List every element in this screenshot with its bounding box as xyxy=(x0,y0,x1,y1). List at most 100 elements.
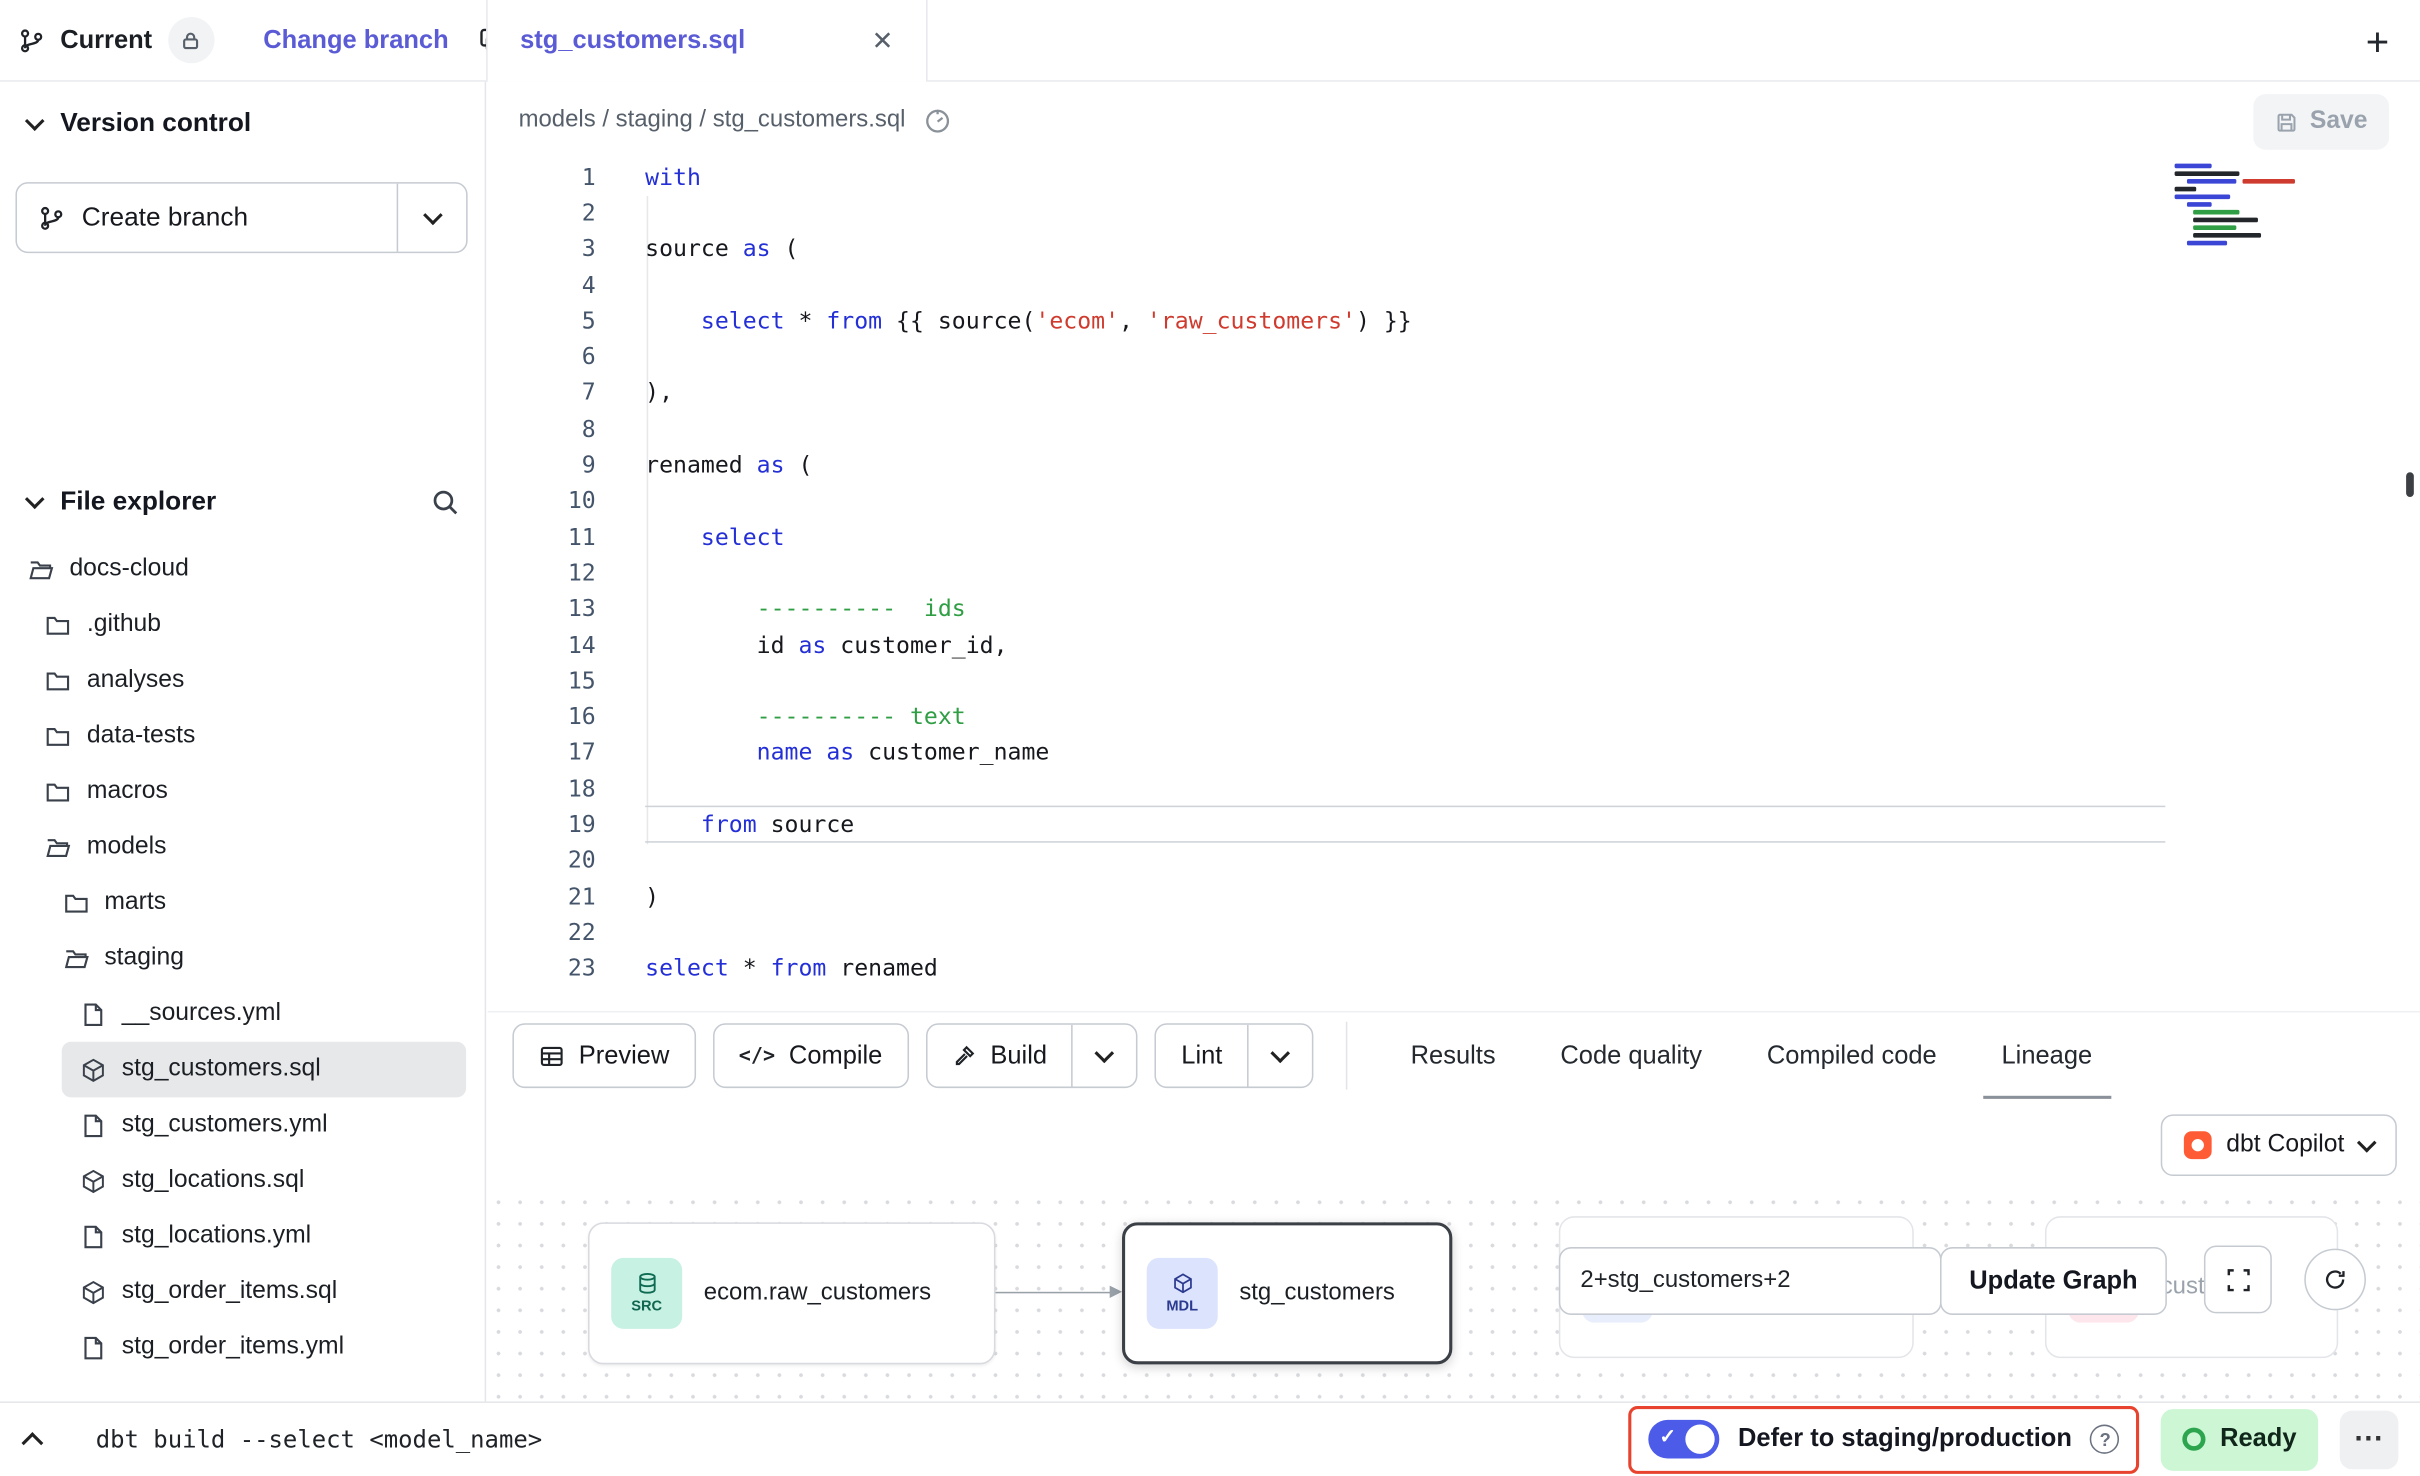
code-line-6[interactable]: 6 xyxy=(488,339,2420,375)
tree-item-stg-locations-sql[interactable]: stg_locations.sql xyxy=(0,1153,485,1209)
minimap[interactable] xyxy=(2168,164,2307,257)
code-line-15[interactable]: 15 xyxy=(488,662,2420,698)
code-line-22[interactable]: 22 xyxy=(488,914,2420,950)
editor-scrollbar[interactable] xyxy=(2406,472,2414,497)
tree-item-marts[interactable]: marts xyxy=(0,875,485,931)
tab-lineage[interactable]: Lineage xyxy=(2002,1012,2093,1100)
tree-item-staging[interactable]: staging xyxy=(0,931,485,987)
change-branch-link[interactable]: Change branch xyxy=(263,25,448,54)
cli-command-text[interactable]: dbt build --select <model_name> xyxy=(96,1425,542,1453)
code-line-10[interactable]: 10 xyxy=(488,483,2420,519)
tab-compiled-code[interactable]: Compiled code xyxy=(1767,1012,1937,1100)
update-graph-button[interactable]: Update Graph xyxy=(1940,1247,2167,1315)
code-line-9[interactable]: 9renamed as ( xyxy=(488,447,2420,483)
tree-item-github[interactable]: .github xyxy=(0,597,485,653)
lineage-graph[interactable]: MDL customers SEM customers SRC ecom.raw… xyxy=(488,1191,2420,1401)
create-branch-button[interactable]: Create branch xyxy=(15,182,467,253)
chevron-down-icon xyxy=(1270,1043,1290,1063)
tab-results[interactable]: Results xyxy=(1411,1012,1496,1100)
code-text: source as ( xyxy=(645,235,798,263)
check-icon: ✓ xyxy=(1659,1425,1676,1450)
help-icon[interactable]: ? xyxy=(2090,1425,2119,1454)
lint-button[interactable]: Lint xyxy=(1157,1025,1247,1087)
dbt-copilot-button[interactable]: dbt Copilot xyxy=(2160,1114,2397,1176)
code-line-21[interactable]: 21) xyxy=(488,878,2420,914)
collapse-panel-icon[interactable] xyxy=(21,1431,43,1453)
tab-code-quality[interactable]: Code quality xyxy=(1560,1012,1702,1100)
refresh-button[interactable] xyxy=(2304,1249,2366,1311)
save-button[interactable]: Save xyxy=(2253,94,2389,150)
compile-button[interactable]: </> Compile xyxy=(713,1023,909,1088)
chevron-down-icon xyxy=(422,205,442,225)
more-options-button[interactable]: ⋯ xyxy=(2340,1410,2399,1469)
tree-item-sources-yml[interactable]: __sources.yml xyxy=(0,986,485,1042)
code-line-4[interactable]: 4 xyxy=(488,267,2420,303)
code-line-5[interactable]: 5 select * from {{ source('ecom', 'raw_c… xyxy=(488,303,2420,339)
line-number: 6 xyxy=(488,343,596,371)
save-icon xyxy=(2274,110,2297,133)
code-text: name as customer_name xyxy=(645,738,1049,766)
defer-label: Defer to staging/production xyxy=(1738,1425,2072,1454)
tree-item-models[interactable]: models xyxy=(0,820,485,876)
build-label: Build xyxy=(990,1041,1047,1070)
code-line-18[interactable]: 18 xyxy=(488,770,2420,806)
tree-item-label: models xyxy=(87,833,167,861)
code-line-2[interactable]: 2 xyxy=(488,195,2420,231)
new-tab-button[interactable]: + xyxy=(2366,19,2389,67)
tab-close-icon[interactable]: ✕ xyxy=(872,28,894,54)
tree-item-analyses[interactable]: analyses xyxy=(0,653,485,709)
line-number: 14 xyxy=(488,630,596,658)
lineage-edge xyxy=(995,1292,1111,1294)
lineage-selector-input[interactable] xyxy=(1559,1247,1942,1315)
code-line-11[interactable]: 11 select xyxy=(488,519,2420,555)
tree-item-stg-order-items-yml[interactable]: stg_order_items.yml xyxy=(0,1320,485,1376)
ready-status-badge: Ready xyxy=(2161,1408,2318,1470)
line-number: 5 xyxy=(488,307,596,335)
toolbar-divider xyxy=(1346,1022,1348,1090)
dbt-copilot-label: dbt Copilot xyxy=(2226,1131,2344,1159)
code-line-8[interactable]: 8 xyxy=(488,411,2420,447)
build-dropdown[interactable] xyxy=(1072,1025,1137,1087)
breadcrumb-row: models / staging / stg_customers.sql Sav… xyxy=(488,82,2420,159)
code-line-3[interactable]: 3source as ( xyxy=(488,231,2420,267)
code-line-17[interactable]: 17 name as customer_name xyxy=(488,734,2420,770)
tree-item-data-tests[interactable]: data-tests xyxy=(0,708,485,764)
code-line-14[interactable]: 14 id as customer_id, xyxy=(488,626,2420,662)
code-line-19[interactable]: 19 from source xyxy=(488,806,2420,842)
code-editor[interactable]: 1with23source as (45 select * from {{ so… xyxy=(488,159,2420,1011)
code-line-7[interactable]: 7), xyxy=(488,375,2420,411)
tree-item-stg-customers-sql[interactable]: stg_customers.sql xyxy=(62,1042,466,1098)
tree-item-stg-locations-yml[interactable]: stg_locations.yml xyxy=(0,1208,485,1264)
fullscreen-button[interactable] xyxy=(2204,1245,2272,1313)
code-line-13[interactable]: 13 ---------- ids xyxy=(488,590,2420,626)
tree-item-stg-customers-yml[interactable]: stg_customers.yml xyxy=(0,1097,485,1153)
file-explorer-header[interactable]: File explorer xyxy=(28,486,460,517)
code-line-23[interactable]: 23select * from renamed xyxy=(488,950,2420,986)
tree-item-docs-cloud[interactable]: docs-cloud xyxy=(0,542,485,598)
lineage-node-stg-customers[interactable]: MDL stg_customers xyxy=(1122,1222,1452,1364)
code-line-16[interactable]: 16 ---------- text xyxy=(488,698,2420,734)
search-icon[interactable] xyxy=(431,487,460,516)
sidebar: Version control Create branch File explo… xyxy=(0,82,486,1402)
node-label: ecom.raw_customers xyxy=(704,1279,931,1307)
tree-item-macros[interactable]: macros xyxy=(0,764,485,820)
code-line-1[interactable]: 1with xyxy=(488,159,2420,195)
tree-item-label: marts xyxy=(104,889,166,917)
create-branch-dropdown[interactable] xyxy=(397,184,466,252)
table-icon xyxy=(539,1043,565,1069)
code-line-12[interactable]: 12 xyxy=(488,554,2420,590)
defer-toggle-highlight: ✓ Defer to staging/production ? xyxy=(1628,1405,2139,1473)
preview-button[interactable]: Preview xyxy=(512,1023,695,1088)
defer-toggle[interactable]: ✓ xyxy=(1649,1420,1720,1459)
model-icon xyxy=(80,1056,106,1082)
status-bar: dbt build --select <model_name> ✓ Defer … xyxy=(0,1401,2420,1475)
editor-tab-stg-customers[interactable]: stg_customers.sql ✕ xyxy=(486,0,927,82)
tree-item-label: stg_order_items.yml xyxy=(122,1333,344,1361)
version-control-header[interactable]: Version control xyxy=(28,108,251,139)
create-branch-main[interactable]: Create branch xyxy=(17,184,397,252)
tree-item-stg-order-items-sql[interactable]: stg_order_items.sql xyxy=(0,1264,485,1320)
lineage-node-source[interactable]: SRC ecom.raw_customers xyxy=(588,1222,995,1364)
lint-dropdown[interactable] xyxy=(1247,1025,1312,1087)
code-line-20[interactable]: 20 xyxy=(488,842,2420,878)
build-button[interactable]: Build xyxy=(927,1025,1072,1087)
